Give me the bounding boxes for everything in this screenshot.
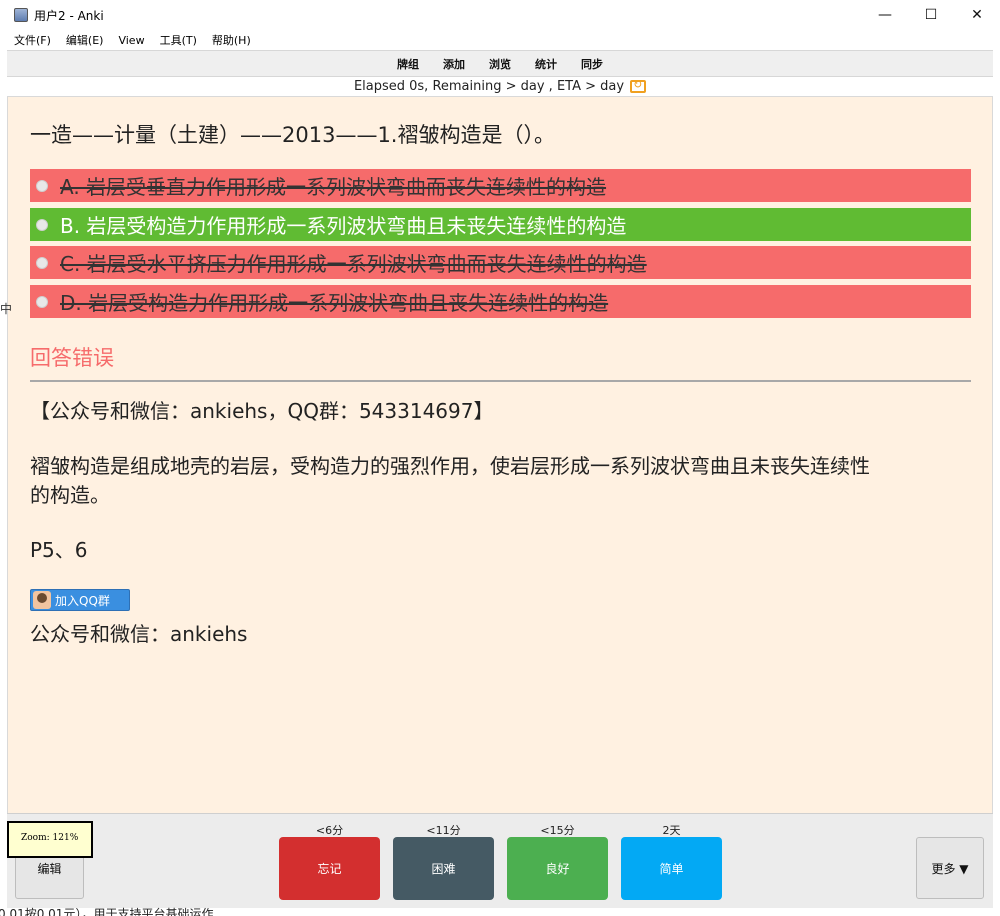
ease-hard: <11分 困难 <box>393 822 494 900</box>
answer-option-d[interactable]: D. 岩层受构造力作用形成一系列波状弯曲且丧失连续性的构造 <box>30 285 971 318</box>
ease-again: <6分 忘记 <box>279 822 380 900</box>
page-reference: P5、6 <box>30 538 88 562</box>
join-qq-group-button[interactable]: 加入QQ群 <box>30 589 130 611</box>
ease-interval: 2天 <box>662 824 681 837</box>
answer-option-c[interactable]: C. 岩层受水平挤压力作用形成一系列波状弯曲而丧失连续性的构造 <box>30 246 971 279</box>
qq-group-icon <box>33 591 51 609</box>
window-controls: — ☐ ✕ <box>862 0 1000 30</box>
minimize-button[interactable]: — <box>862 0 908 30</box>
answer-option-b[interactable]: B. 岩层受构造力作用形成一系列波状弯曲且未丧失连续性的构造 <box>30 208 971 241</box>
easy-button[interactable]: 简单 <box>621 837 722 900</box>
toolbar-stats[interactable]: 统计 <box>535 56 557 72</box>
toolbar-add[interactable]: 添加 <box>443 56 465 72</box>
background-window-text: 0.01按0.01元），用于支持平台基础运作 <box>0 907 214 916</box>
ease-interval: <6分 <box>315 824 344 837</box>
again-button[interactable]: 忘记 <box>279 837 380 900</box>
source-note: 【公众号和微信：ankiehs，QQ群：543314697】 <box>30 399 494 423</box>
answer-option-label: D. 岩层受构造力作用形成一系列波状弯曲且丧失连续性的构造 <box>60 291 609 315</box>
answer-option-a[interactable]: A. 岩层受垂直力作用形成一系列波状弯曲而丧失连续性的构造 <box>30 169 971 202</box>
menu-file[interactable]: 文件(F) <box>14 32 51 48</box>
menu-help[interactable]: 帮助(H) <box>212 32 251 48</box>
good-button[interactable]: 良好 <box>507 837 608 900</box>
menu-bar: 文件(F) 编辑(E) View 工具(T) 帮助(H) <box>0 30 1000 50</box>
menu-edit[interactable]: 编辑(E) <box>66 32 104 48</box>
radio-icon <box>36 295 48 308</box>
toolbar-browse[interactable]: 浏览 <box>489 56 511 72</box>
ease-interval: <11分 <box>426 824 461 837</box>
divider <box>30 380 971 382</box>
anki-app-icon <box>14 8 28 22</box>
ease-easy: 2天 简单 <box>621 822 722 900</box>
footer-note: 公众号和微信：ankiehs <box>30 622 248 646</box>
main-toolbar: 牌组 添加 浏览 统计 同步 <box>7 50 993 77</box>
ease-good: <15分 良好 <box>507 822 608 900</box>
progress-status: Elapsed 0s, Remaining > day , ETA > day <box>7 77 993 97</box>
answer-option-label: A. 岩层受垂直力作用形成一系列波状弯曲而丧失连续性的构造 <box>60 175 607 199</box>
more-button[interactable]: 更多 ▼ <box>916 837 984 899</box>
menu-view[interactable]: View <box>118 34 144 47</box>
zoom-indicator: Zoom: 121% <box>7 821 93 858</box>
title-bar: 用户2 - Anki — ☐ ✕ <box>0 0 1000 30</box>
answer-option-label: B. 岩层受构造力作用形成一系列波状弯曲且未丧失连续性的构造 <box>60 214 627 238</box>
ease-interval: <15分 <box>540 824 575 837</box>
question-text: 一造——计量（土建）——2013——1.褶皱构造是（）。 <box>30 123 555 147</box>
radio-icon <box>36 179 48 192</box>
explanation-line-2: 的构造。 <box>30 483 110 507</box>
refresh-icon[interactable] <box>630 78 647 93</box>
join-qq-group-label: 加入QQ群 <box>55 593 110 608</box>
window-title: 用户2 - Anki <box>34 8 104 23</box>
answer-result: 回答错误 <box>30 346 114 370</box>
explanation-line-1: 褶皱构造是组成地壳的岩层，受构造力的强烈作用，使岩层形成一系列波状弯曲且未丧失连… <box>30 454 870 478</box>
toolbar-decks[interactable]: 牌组 <box>397 56 419 72</box>
background-window-fragment: 中 <box>0 302 13 316</box>
radio-icon <box>36 256 48 269</box>
radio-icon <box>36 218 48 231</box>
close-button[interactable]: ✕ <box>954 0 1000 30</box>
toolbar-sync[interactable]: 同步 <box>581 56 603 72</box>
maximize-button[interactable]: ☐ <box>908 0 954 30</box>
hard-button[interactable]: 困难 <box>393 837 494 900</box>
menu-tools[interactable]: 工具(T) <box>160 32 197 48</box>
card-view: 一造——计量（土建）——2013——1.褶皱构造是（）。 A. 岩层受垂直力作用… <box>7 97 993 813</box>
review-bottom-bar: 编辑 Zoom: 121% <6分 忘记 <11分 困难 <15分 良好 2天 … <box>7 813 993 908</box>
answer-option-label: C. 岩层受水平挤压力作用形成一系列波状弯曲而丧失连续性的构造 <box>60 252 647 276</box>
progress-status-text: Elapsed 0s, Remaining > day , ETA > day <box>353 79 625 94</box>
